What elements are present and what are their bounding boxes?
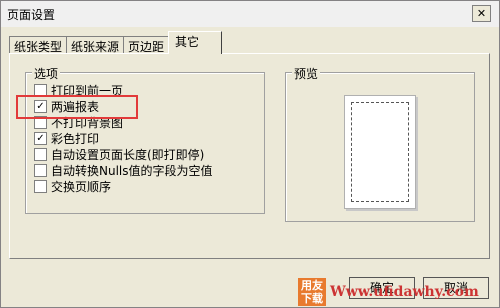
dialog-title: 页面设置 [7,8,56,22]
option-label: 交换页顺序 [51,180,112,194]
tab-strip: 纸张类型 纸张来源 页边距 其它 [9,31,223,56]
page-preview [344,95,416,209]
tab-other[interactable]: 其它 [168,31,223,54]
checkbox-auto-page-length[interactable] [34,148,47,161]
close-button[interactable]: ✕ [472,5,491,22]
close-icon: ✕ [476,7,487,20]
option-auto-convert-nulls[interactable]: 自动转换Nulls值的字段为空值 [34,163,213,179]
options-group: 选项 打印到前一页 ✓ 两遍报表 不打印背景图 ✓ 彩色打印 自动设置页面长度(即打… [25,65,265,214]
option-auto-page-length[interactable]: 自动设置页面长度(即打即停) [34,147,204,163]
options-group-label: 选项 [32,65,61,82]
preview-group: 预览 [285,65,475,222]
option-swap-page-order[interactable]: 交换页顺序 [34,179,111,195]
watermark-logo: 用友下载 [298,278,326,306]
page-setup-dialog: 页面设置 ✕ 纸张类型 纸张来源 页边距 其它 选项 打印到前一页 ✓ 两遍报表 不打印… [0,0,500,308]
tab-panel-other: 选项 打印到前一页 ✓ 两遍报表 不打印背景图 ✓ 彩色打印 自动设置页面长度(即打… [9,53,490,259]
watermark-text: Www.ufidawhy.com [330,284,479,300]
option-label: 自动设置页面长度(即打即停) [51,148,205,162]
checkbox-swap-page-order[interactable] [34,180,47,193]
option-label: 自动转换Nulls值的字段为空值 [51,164,213,178]
option-color-print[interactable]: ✓ 彩色打印 [34,131,99,147]
watermark: 用友下载 Www.ufidawhy.com [298,277,498,307]
checkbox-auto-convert-nulls[interactable] [34,164,47,177]
page-margin-outline [351,102,409,202]
highlight-annotation [16,95,138,119]
option-label: 彩色打印 [51,132,100,146]
title-bar: 页面设置 ✕ [1,1,499,27]
checkbox-color-print[interactable]: ✓ [34,132,47,145]
preview-group-label: 预览 [292,65,321,82]
